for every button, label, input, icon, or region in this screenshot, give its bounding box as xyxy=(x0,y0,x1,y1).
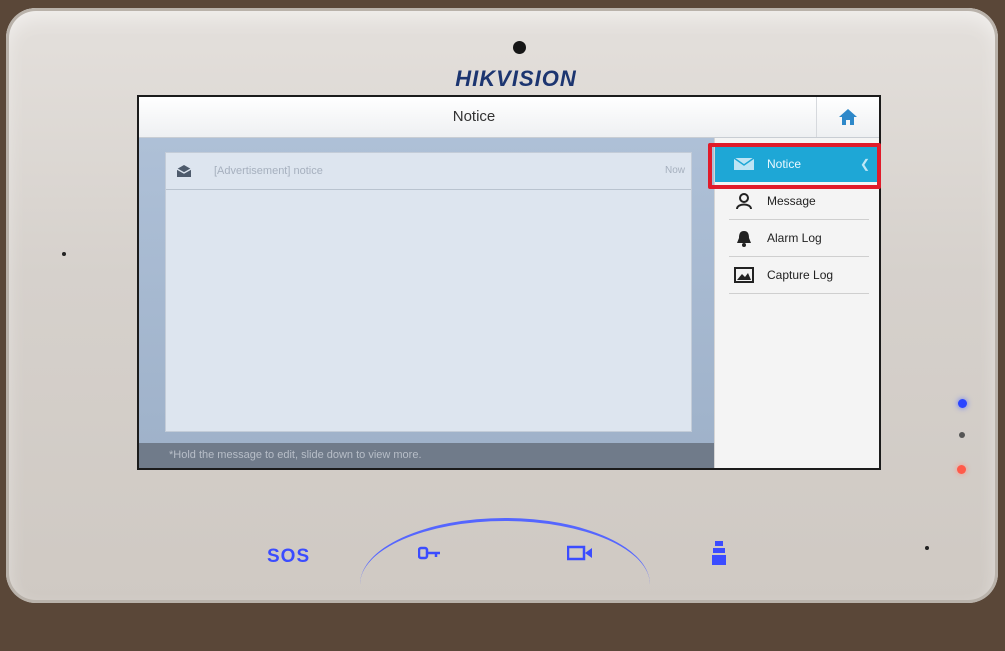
notice-title: [Advertisement] notice xyxy=(214,165,323,177)
selection-highlight xyxy=(708,143,881,189)
elevator-button[interactable] xyxy=(711,540,727,571)
bell-icon xyxy=(729,230,759,247)
led-red xyxy=(957,465,966,474)
hint-text: *Hold the message to edit, slide down to… xyxy=(139,443,714,468)
mic-hole-right xyxy=(925,546,929,550)
sidebar-item-capture-log[interactable]: Capture Log xyxy=(715,257,879,293)
envelope-icon xyxy=(176,165,192,177)
home-icon xyxy=(839,109,857,125)
notice-area: [Advertisement] notice Now *Hold the mes… xyxy=(139,138,714,468)
person-icon xyxy=(729,193,759,209)
front-camera xyxy=(513,41,526,54)
unlock-button[interactable] xyxy=(417,545,442,566)
speaker-hole-left xyxy=(62,252,66,256)
sidebar-item-label: Alarm Log xyxy=(767,231,822,245)
camera-icon xyxy=(566,545,592,561)
notice-list[interactable]: [Advertisement] notice Now xyxy=(165,152,692,432)
brand-logo: HIKVISION xyxy=(455,66,577,91)
list-item[interactable]: [Advertisement] notice Now xyxy=(166,153,691,190)
sidebar-item-alarm-log[interactable]: Alarm Log xyxy=(715,220,879,256)
sidebar-item-label: Capture Log xyxy=(767,268,834,282)
page-title: Notice xyxy=(452,108,496,125)
title-bar: Notice xyxy=(139,97,879,138)
sidebar-item-label: Message xyxy=(767,194,816,208)
led-off xyxy=(959,432,965,438)
key-icon xyxy=(417,546,440,560)
notice-time: Now xyxy=(664,165,685,176)
button-arc-light xyxy=(360,518,650,651)
sos-button[interactable]: SOS xyxy=(267,546,310,568)
picture-icon xyxy=(729,267,759,283)
menu-divider xyxy=(729,293,869,294)
led-blue xyxy=(958,399,967,408)
elevator-icon xyxy=(712,541,726,565)
monitor-button[interactable] xyxy=(566,545,593,566)
home-button[interactable] xyxy=(816,97,879,137)
